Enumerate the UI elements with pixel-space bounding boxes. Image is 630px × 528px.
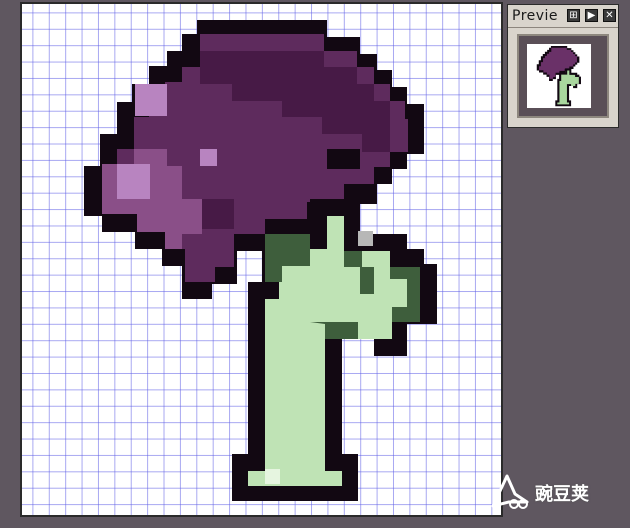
cap-eye-dark bbox=[327, 149, 360, 169]
preview-title: Previe bbox=[512, 8, 559, 24]
preview-thumbnail-image bbox=[536, 46, 581, 107]
preview-thumbnail-frame bbox=[517, 34, 609, 118]
play-button[interactable]: ▶ bbox=[585, 9, 598, 22]
stem bbox=[232, 199, 437, 501]
cap-highlight-3 bbox=[200, 149, 217, 166]
pea-pod-logo-icon bbox=[491, 474, 529, 509]
play-icon: ▶ bbox=[587, 10, 596, 21]
zoom-icon: ⊞ bbox=[569, 10, 578, 21]
cap-highlight-2 bbox=[117, 164, 150, 199]
preview-panel: Previe ⊞ ▶ ✕ bbox=[507, 4, 619, 128]
preview-thumbnail bbox=[527, 44, 591, 108]
stem-highlight bbox=[265, 469, 280, 484]
watermark-text: 豌豆荚 bbox=[535, 484, 589, 505]
watermark: 豌豆荚 bbox=[483, 470, 623, 514]
close-icon: ✕ bbox=[605, 10, 614, 21]
cap-highlight-1 bbox=[135, 84, 167, 116]
preview-titlebar[interactable]: Previe ⊞ ▶ ✕ bbox=[508, 5, 618, 28]
zoom-button[interactable]: ⊞ bbox=[567, 9, 580, 22]
cap-spot bbox=[202, 199, 234, 229]
pixel-art-canvas[interactable] bbox=[22, 4, 501, 515]
close-button[interactable]: ✕ bbox=[603, 9, 616, 22]
stem-grey-pixel bbox=[358, 231, 373, 246]
pixel-art-drawing bbox=[84, 20, 437, 501]
